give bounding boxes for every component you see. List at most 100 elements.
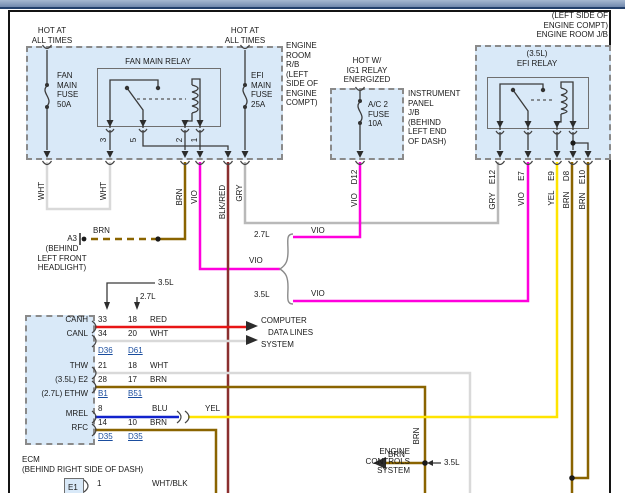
fan-relay-bus xyxy=(110,80,158,128)
hot-at-all-times-1: HOT AT ALL TIMES xyxy=(25,26,79,45)
pin-17: 17 xyxy=(128,375,137,385)
engine-controls-brn-label: BRN xyxy=(388,450,405,460)
inline-connector-b xyxy=(185,411,189,423)
fan-relay-coil xyxy=(192,85,198,113)
brn-splice-dot xyxy=(155,236,160,241)
vio-27-label: VIO xyxy=(311,226,325,236)
ac2-fuse-element xyxy=(358,102,362,122)
e1-bracket xyxy=(84,480,88,492)
a3-connector-label[interactable]: A3 xyxy=(58,234,77,244)
sel-27-arrowhead xyxy=(134,302,140,310)
pin-e12-label: E12 xyxy=(489,170,497,184)
ecm-pin-ethw: (2.7L) ETHW xyxy=(22,389,88,399)
ecm-pin-e2: (3.5L) E2 xyxy=(22,375,88,385)
connector-link-d35b[interactable]: D35 xyxy=(128,432,143,442)
pin-1: 1 xyxy=(97,479,101,489)
vio-main-label: VIO xyxy=(249,256,263,266)
selector-27-label: 2.7L xyxy=(140,292,156,302)
selector-35-label: 3.5L xyxy=(158,278,174,288)
pin-20: 20 xyxy=(128,329,137,339)
efi-fuse-element xyxy=(243,86,247,106)
pin-14: 14 xyxy=(98,418,107,428)
efi-relay-label: (3.5L) EFI RELAY xyxy=(487,49,587,68)
hot-ig1-relay: HOT W/ IG1 RELAY ENERGIZED xyxy=(338,56,396,85)
pin-e7-label: E7 xyxy=(518,171,526,181)
connector-link-d35a[interactable]: D35 xyxy=(98,432,113,442)
connector-link-b51[interactable]: B51 xyxy=(128,389,142,399)
gry-label: GRY xyxy=(236,184,244,201)
pin-21: 21 xyxy=(98,361,107,371)
brn-e2-wire xyxy=(95,387,425,493)
brn-vertical-label: BRN xyxy=(413,428,421,445)
branch-35-label: 3.5L xyxy=(254,290,270,300)
fan-relay-pin-2: 2 xyxy=(176,138,184,142)
a3-terminal-dot xyxy=(82,237,87,242)
computer-data-arrow-1 xyxy=(246,321,258,331)
computer-data-arrow-2 xyxy=(246,335,258,345)
vio-e7-label: VIO xyxy=(518,192,526,206)
pin-d12-label: D12 xyxy=(351,170,359,185)
engine-split-brace xyxy=(280,234,293,304)
pin-28: 28 xyxy=(98,375,107,385)
yel-e9-label: YEL xyxy=(548,190,556,205)
gry-e12-label: GRY xyxy=(489,192,497,209)
pin-10: 10 xyxy=(128,418,137,428)
pin-18b: 18 xyxy=(128,361,137,371)
computer-data-lines-2: DATA LINES xyxy=(268,328,313,338)
hot-at-all-times-2: HOT AT ALL TIMES xyxy=(218,26,272,45)
thin-leads xyxy=(45,50,588,463)
pin-34: 34 xyxy=(98,329,107,339)
wire-brn-label-a: BRN xyxy=(150,375,167,385)
brn-e10-label: BRN xyxy=(579,193,587,210)
engine-controls-junction-dot xyxy=(422,460,428,466)
efi-coil-junction-dot xyxy=(570,140,575,145)
brn-d8-label: BRN xyxy=(563,192,571,209)
instrument-panel-jb-label: INSTRUMENT PANEL J/B (BEHIND LEFT END OF… xyxy=(408,89,460,146)
efi-relay-coil xyxy=(561,88,567,114)
ecm-bracket-rfc xyxy=(92,424,96,436)
ecm-bracket-mrel xyxy=(92,411,96,423)
pin-e9-label: E9 xyxy=(548,171,556,181)
efi-relay-bus xyxy=(500,84,543,130)
wire-yel-label: YEL xyxy=(205,404,220,414)
sel-35-arrowhead xyxy=(104,302,110,310)
blk-red-label: BLK/RED xyxy=(219,185,227,219)
wire-red-label: RED xyxy=(150,315,167,325)
fan-fuse-element xyxy=(45,86,49,106)
fan-relay-pin-5: 5 xyxy=(130,138,138,142)
connector-link-b1[interactable]: B1 xyxy=(98,389,108,399)
ec-35-arrowhead xyxy=(427,460,433,466)
vio-label-1: VIO xyxy=(191,190,199,204)
wire-blu-label: BLU xyxy=(152,404,168,414)
branch-27-label: 2.7L xyxy=(254,230,270,240)
vio-main-wire xyxy=(200,162,280,269)
wire-wht-blk-label: WHT/BLK xyxy=(152,479,188,489)
ecm-pin-rfc: RFC xyxy=(40,423,88,433)
ecm-bracket-thw xyxy=(92,367,96,379)
vio-35-label: VIO xyxy=(311,289,325,299)
ecm-bracket-e2 xyxy=(92,381,96,393)
ecm-pin-mrel: MREL xyxy=(40,409,88,419)
pin-33: 33 xyxy=(98,315,107,325)
efi-relay-arm xyxy=(513,90,528,130)
e1-connector-label: E1 xyxy=(68,483,78,493)
computer-data-lines-3: SYSTEM xyxy=(261,340,294,350)
ecm-pin-thw: THW xyxy=(40,361,88,371)
connector-link-d36[interactable]: D36 xyxy=(98,346,113,356)
wiring-diagram-window: HOT AT ALL TIMES HOT AT ALL TIMES HOT W/… xyxy=(0,0,625,493)
ecm-pin-canl: CANL xyxy=(40,329,88,339)
wire-brn-label-b: BRN xyxy=(150,418,167,428)
fan-main-fuse-label: FAN MAIN FUSE 50A xyxy=(57,71,78,109)
pin-8: 8 xyxy=(98,404,102,414)
ecm-location-label: ECM (BEHIND RIGHT SIDE OF DASH) xyxy=(22,455,143,474)
ecm-pin-canh: CANH xyxy=(40,315,88,325)
wht-label-2: WHT xyxy=(100,182,108,200)
vio-d12-label: VIO xyxy=(351,193,359,207)
d8-e10-junction-dot xyxy=(569,475,575,481)
gry-wire xyxy=(245,162,498,223)
ac2-fuse-label: A/C 2 FUSE 10A xyxy=(368,100,389,129)
efi-main-fuse-label: EFI MAIN FUSE 25A xyxy=(251,71,272,109)
connector-link-d61[interactable]: D61 xyxy=(128,346,143,356)
pin-18a: 18 xyxy=(128,315,137,325)
ecm-bracket-canl xyxy=(92,335,96,347)
